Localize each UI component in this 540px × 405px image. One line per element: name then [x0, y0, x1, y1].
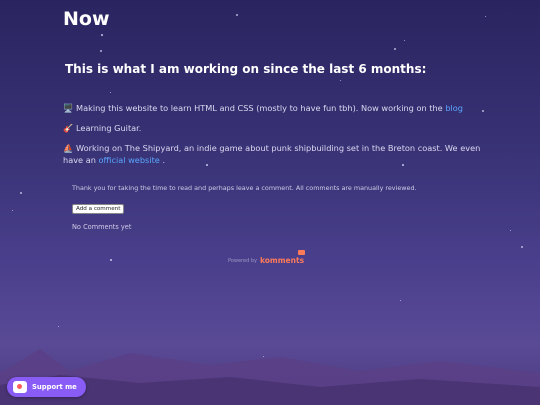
sailboat-icon: ⛵ [63, 143, 74, 153]
blog-link[interactable]: blog [445, 103, 463, 113]
section-subtitle: This is what I am working on since the l… [65, 62, 427, 76]
item-suffix: . [159, 155, 166, 165]
item-text: Making this website to learn HTML and CS… [76, 103, 446, 113]
guitar-icon: 🎸 [63, 123, 74, 133]
support-me-button[interactable]: Support me [7, 377, 86, 397]
official-website-link[interactable]: official website [99, 155, 160, 165]
list-item-website: 🖥️ Making this website to learn HTML and … [63, 102, 463, 114]
ko-fi-cup-icon [13, 381, 27, 393]
comments-intro: Thank you for taking the time to read an… [72, 184, 417, 192]
powered-by-komments[interactable]: Powered by komments [228, 250, 306, 265]
comments-section: Thank you for taking the time to read an… [72, 184, 472, 231]
support-label: Support me [32, 383, 77, 391]
chat-bubble-icon [298, 250, 306, 255]
komments-brand: komments [259, 256, 305, 265]
list-item-shipyard: ⛵ Working on The Shipyard, an indie game … [63, 142, 483, 166]
komments-logo: komments [259, 250, 306, 265]
no-comments-text: No Comments yet [72, 223, 132, 231]
page-title: Now [63, 8, 110, 30]
item-text: Learning Guitar. [76, 123, 142, 133]
powered-by-label: Powered by [228, 257, 257, 264]
list-item-guitar: 🎸 Learning Guitar. [63, 122, 141, 134]
computer-icon: 🖥️ [63, 103, 74, 113]
add-comment-button[interactable]: Add a comment [72, 204, 125, 214]
